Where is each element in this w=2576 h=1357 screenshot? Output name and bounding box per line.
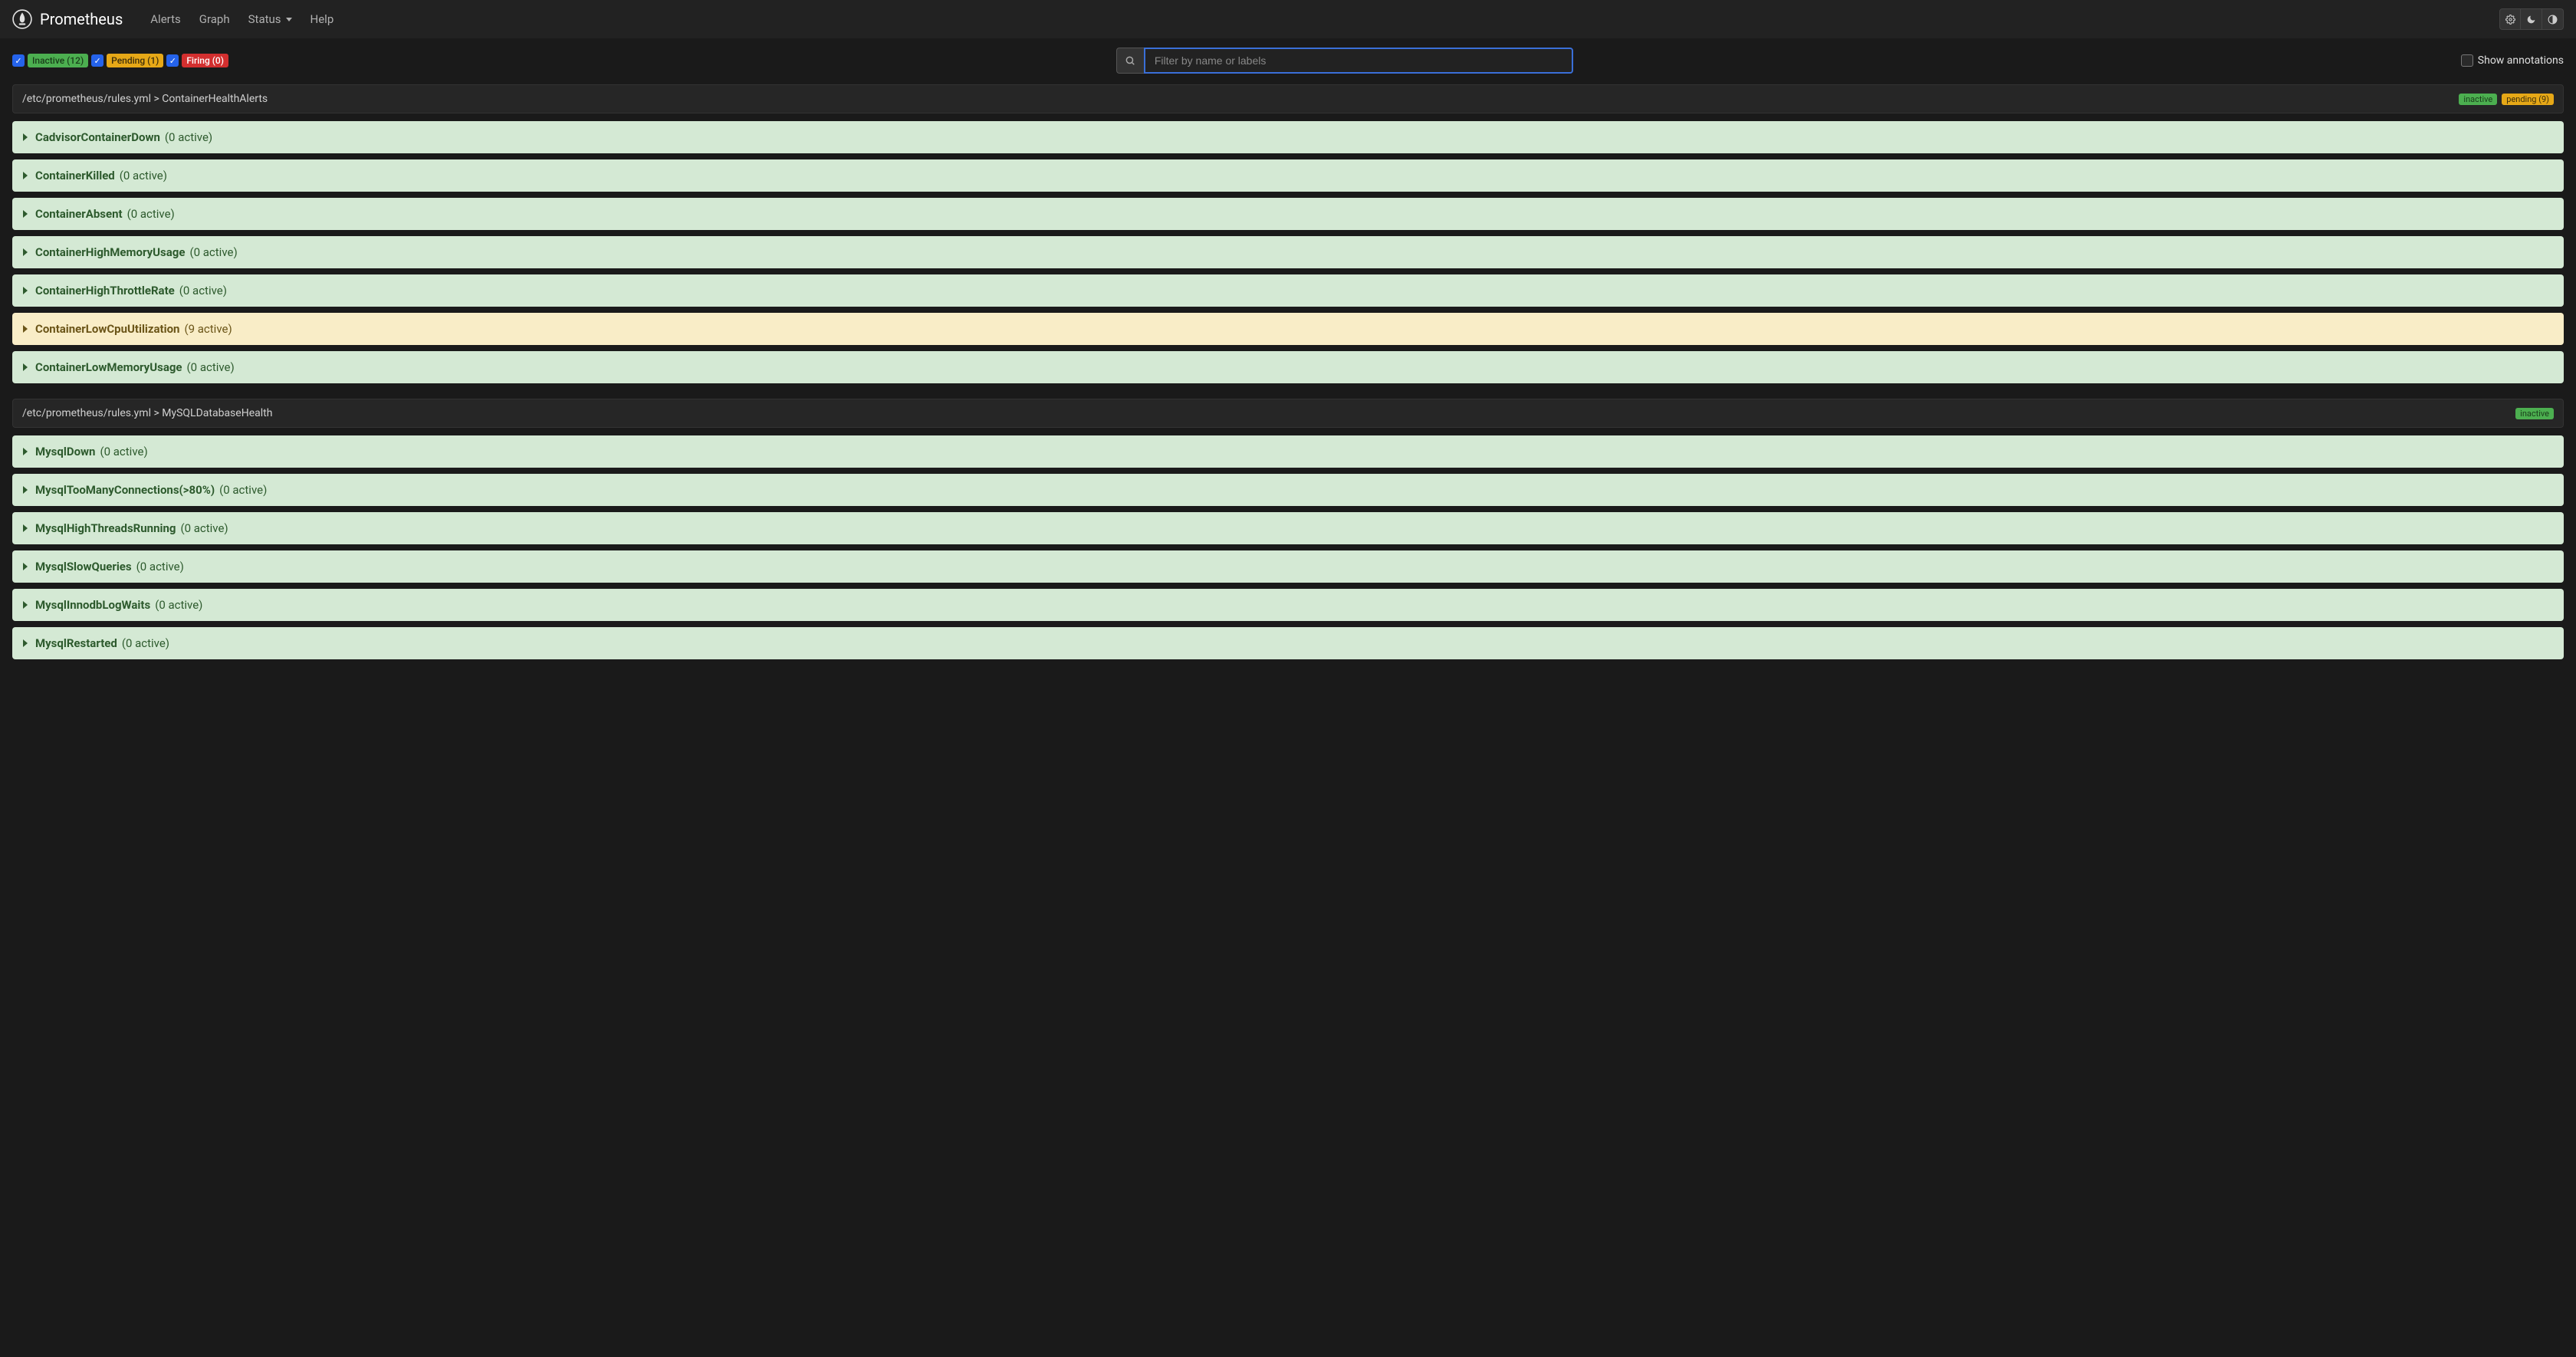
rule-group-badges: inactive [2515, 408, 2554, 419]
theme-settings-button[interactable] [2499, 8, 2521, 30]
alert-rule-row[interactable]: ContainerLowCpuUtilization (9 active) [12, 313, 2564, 345]
theme-buttons [2499, 8, 2564, 30]
alert-rule-count: (0 active) [122, 636, 169, 650]
alert-rule-count: (0 active) [187, 360, 235, 374]
alert-rule-count: (0 active) [165, 130, 212, 144]
chevron-right-icon [23, 133, 28, 141]
annotations-label: Show annotations [2478, 54, 2564, 67]
alert-rule-count: (0 active) [179, 284, 227, 297]
firing-filter-badge: Firing (0) [182, 54, 228, 67]
group-badge-pending: pending (9) [2502, 94, 2554, 105]
pending-filter-checkbox[interactable]: ✓ [91, 54, 104, 67]
groups-container: /etc/prometheus/rules.yml > ContainerHea… [12, 84, 2564, 675]
alert-rule-name: MysqlSlowQueries [35, 560, 132, 573]
alert-rule-name: MysqlDown [35, 445, 95, 458]
brand-link[interactable]: Prometheus [12, 9, 123, 29]
alert-rule-count: (0 active) [155, 598, 202, 612]
alert-rule-count: (0 active) [136, 560, 184, 573]
rule-group-header[interactable]: /etc/prometheus/rules.yml > MySQLDatabas… [12, 399, 2564, 428]
inactive-filter-checkbox[interactable]: ✓ [12, 54, 25, 67]
group-badge-inactive: inactive [2515, 408, 2554, 419]
alert-rule-row[interactable]: ContainerHighThrottleRate (0 active) [12, 274, 2564, 307]
alert-rule-count: (0 active) [219, 483, 267, 497]
alert-rule-name: ContainerAbsent [35, 207, 123, 221]
gear-icon [2505, 15, 2515, 25]
alert-rule-count: (9 active) [184, 322, 232, 336]
caret-down-icon [286, 18, 292, 21]
alert-rule-count: (0 active) [127, 207, 175, 221]
alert-rule-name: ContainerKilled [35, 169, 115, 182]
alert-rule-name: ContainerLowCpuUtilization [35, 322, 179, 336]
chevron-right-icon [23, 363, 28, 371]
content: ✓ Inactive (12) ✓ Pending (1) ✓ Firing (… [0, 38, 2576, 684]
brand-text: Prometheus [40, 10, 123, 28]
annotations-checkbox[interactable] [2461, 54, 2473, 67]
alert-rule-row[interactable]: MysqlDown (0 active) [12, 435, 2564, 468]
alert-rule-row[interactable]: ContainerAbsent (0 active) [12, 198, 2564, 230]
alert-rule-count: (0 active) [189, 245, 237, 259]
chevron-right-icon [23, 325, 28, 333]
rule-group: /etc/prometheus/rules.yml > ContainerHea… [12, 84, 2564, 389]
annotations-toggle: Show annotations [2461, 54, 2564, 67]
alert-rule-name: ContainerHighThrottleRate [35, 284, 175, 297]
chevron-right-icon [23, 524, 28, 532]
chevron-right-icon [23, 248, 28, 256]
chevron-right-icon [23, 172, 28, 179]
chevron-right-icon [23, 563, 28, 570]
alert-rule-name: MysqlHighThreadsRunning [35, 521, 176, 535]
theme-dark-button[interactable] [2521, 8, 2542, 30]
inactive-filter-badge: Inactive (12) [28, 54, 88, 67]
alert-rule-name: ContainerHighMemoryUsage [35, 245, 185, 259]
chevron-right-icon [23, 448, 28, 455]
alert-rule-row[interactable]: MysqlHighThreadsRunning (0 active) [12, 512, 2564, 544]
rule-group-title: /etc/prometheus/rules.yml > ContainerHea… [22, 93, 268, 105]
navbar-left: Prometheus Alerts Graph Status Help [12, 6, 341, 32]
chevron-right-icon [23, 486, 28, 494]
alert-rule-name: CadvisorContainerDown [35, 130, 160, 144]
prometheus-logo-icon [12, 9, 32, 29]
alert-rule-count: (0 active) [100, 445, 147, 458]
alert-rule-count: (0 active) [180, 521, 228, 535]
search-icon [1125, 55, 1135, 66]
firing-filter-checkbox[interactable]: ✓ [166, 54, 179, 67]
nav-graph[interactable]: Graph [192, 6, 238, 32]
rule-group-badges: inactive pending (9) [2459, 94, 2554, 105]
search-wrap [1116, 48, 1573, 74]
contrast-icon [2548, 15, 2558, 25]
nav-status-label: Status [248, 12, 281, 26]
alert-rule-row[interactable]: MysqlTooManyConnections(>80%) (0 active) [12, 474, 2564, 506]
rule-group-title: /etc/prometheus/rules.yml > MySQLDatabas… [22, 407, 272, 419]
alert-rule-name: MysqlTooManyConnections(>80%) [35, 483, 215, 497]
rule-group-header[interactable]: /etc/prometheus/rules.yml > ContainerHea… [12, 84, 2564, 113]
alert-rule-name: MysqlInnodbLogWaits [35, 598, 150, 612]
moon-icon [2526, 15, 2536, 25]
alert-rule-row[interactable]: MysqlInnodbLogWaits (0 active) [12, 589, 2564, 621]
nav-status[interactable]: Status [241, 6, 300, 32]
alert-rule-row[interactable]: ContainerHighMemoryUsage (0 active) [12, 236, 2564, 268]
chevron-right-icon [23, 210, 28, 218]
pending-filter-badge: Pending (1) [107, 54, 163, 67]
nav-links: Alerts Graph Status Help [143, 6, 341, 32]
filter-bar: ✓ Inactive (12) ✓ Pending (1) ✓ Firing (… [12, 48, 2564, 74]
alert-rule-row[interactable]: MysqlRestarted (0 active) [12, 627, 2564, 659]
navbar: Prometheus Alerts Graph Status Help [0, 0, 2576, 38]
alert-rule-name: MysqlRestarted [35, 636, 117, 650]
search-input[interactable] [1144, 48, 1573, 74]
theme-auto-button[interactable] [2542, 8, 2564, 30]
group-badge-inactive: inactive [2459, 94, 2497, 105]
alert-rule-row[interactable]: CadvisorContainerDown (0 active) [12, 121, 2564, 153]
nav-alerts[interactable]: Alerts [143, 6, 189, 32]
alert-rule-row[interactable]: ContainerKilled (0 active) [12, 159, 2564, 192]
chevron-right-icon [23, 287, 28, 294]
alert-rule-name: ContainerLowMemoryUsage [35, 360, 182, 374]
rule-group: /etc/prometheus/rules.yml > MySQLDatabas… [12, 399, 2564, 665]
alert-rule-row[interactable]: MysqlSlowQueries (0 active) [12, 550, 2564, 583]
state-filters: ✓ Inactive (12) ✓ Pending (1) ✓ Firing (… [12, 54, 228, 67]
alert-rule-row[interactable]: ContainerLowMemoryUsage (0 active) [12, 351, 2564, 383]
search-icon-button[interactable] [1116, 48, 1144, 74]
chevron-right-icon [23, 639, 28, 647]
chevron-right-icon [23, 601, 28, 609]
alert-rule-count: (0 active) [120, 169, 167, 182]
nav-help[interactable]: Help [303, 6, 342, 32]
